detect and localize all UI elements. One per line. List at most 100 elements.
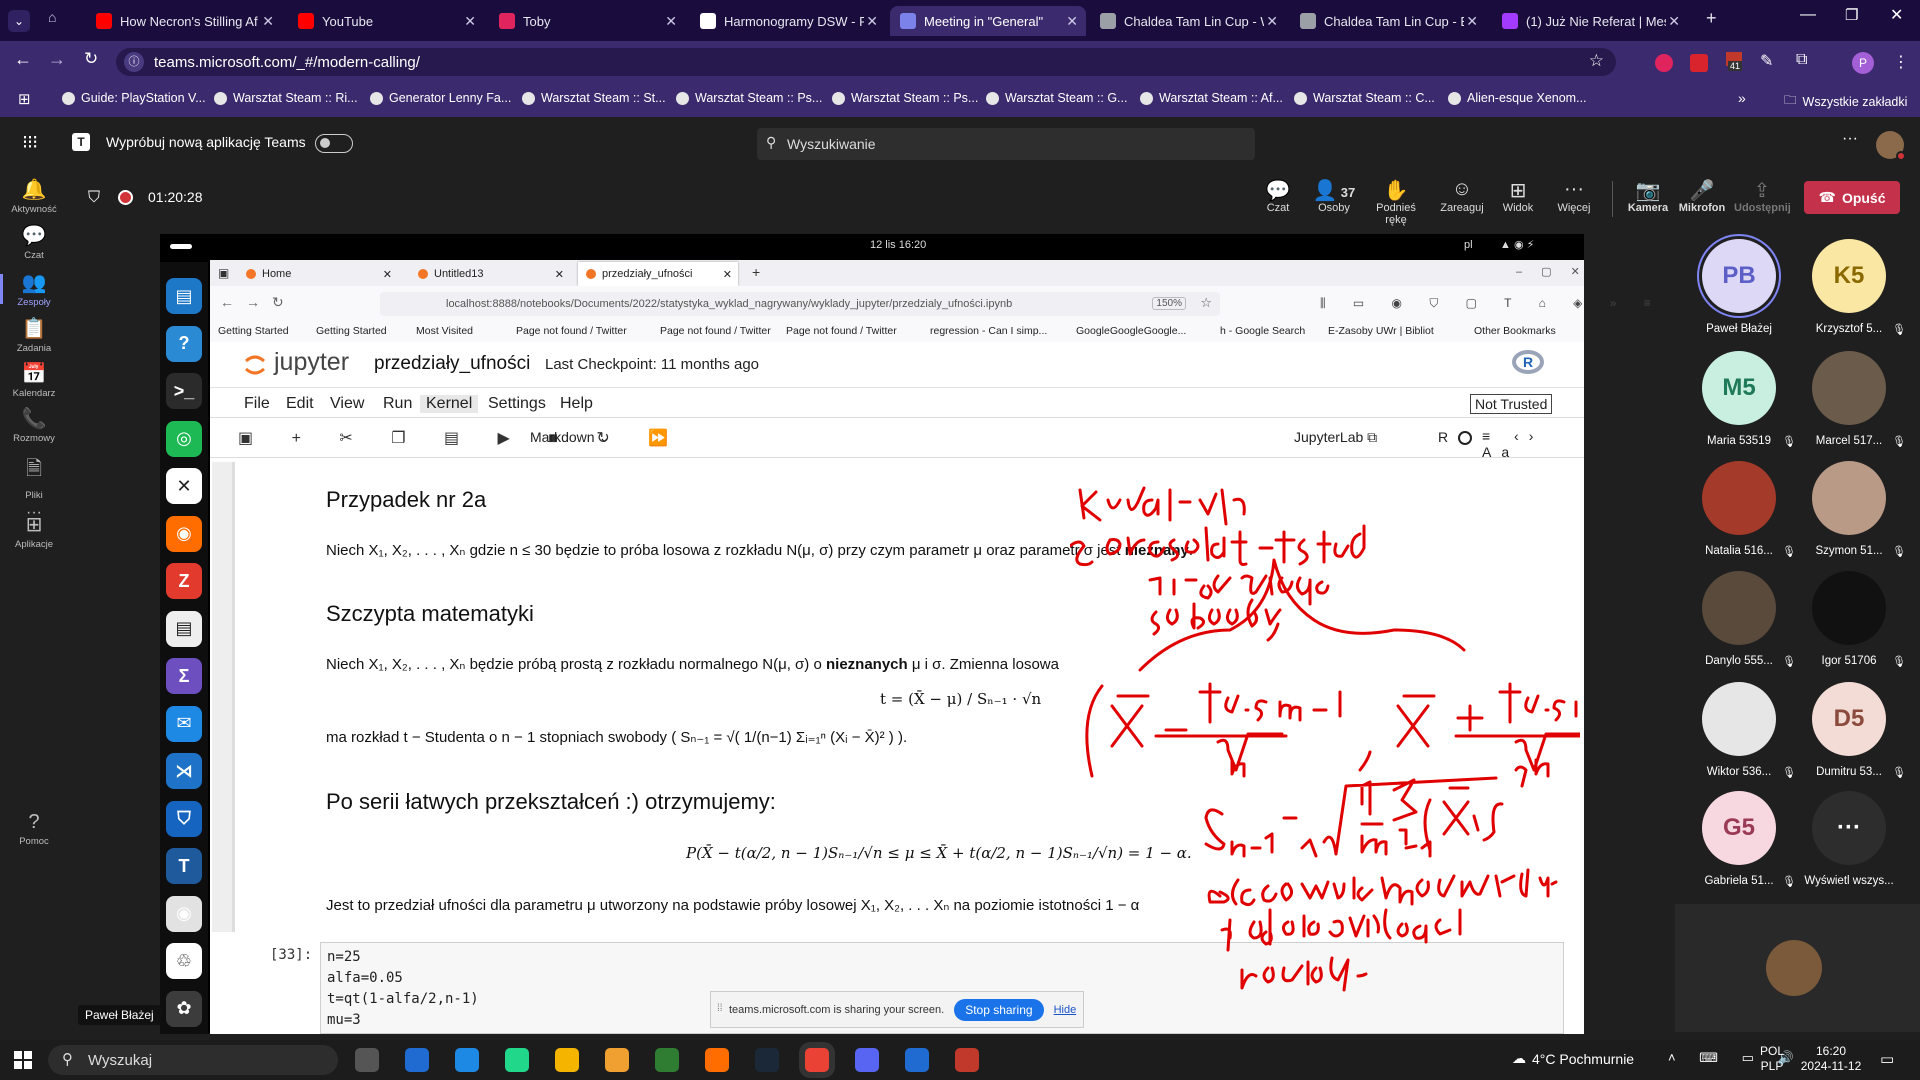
participant-avatar[interactable]: [1812, 351, 1886, 425]
participant-avatar[interactable]: D5: [1812, 682, 1886, 756]
taskbar-app-icon[interactable]: [855, 1048, 879, 1072]
participant-avatar[interactable]: K5: [1812, 239, 1886, 313]
bookmark-item[interactable]: Guide: PlayStation V...: [62, 91, 206, 105]
rail-item-4[interactable]: 📅 Kalendarz: [0, 361, 68, 399]
app-launcher-icon[interactable]: ⁝⁝⁝: [22, 131, 38, 154]
rail-item-1[interactable]: 💬 Czat: [0, 223, 68, 261]
tab-close-icon[interactable]: ✕: [665, 13, 677, 30]
restore-window-button[interactable]: ❐: [1845, 6, 1858, 24]
browser-tab[interactable]: Chaldea Tam Lin Cup - W ✕: [1090, 6, 1286, 36]
extensions-puzzle-icon[interactable]: ⧉: [1796, 51, 1807, 69]
try-new-teams-toggle[interactable]: [315, 134, 353, 153]
notification-icon[interactable]: ▭: [1880, 1050, 1894, 1068]
more-options-icon[interactable]: ···: [1842, 130, 1858, 148]
bookmark-item[interactable]: Warsztat Steam :: Af...: [1140, 91, 1283, 105]
tab-close-icon[interactable]: ✕: [1668, 13, 1680, 30]
windows-start-icon[interactable]: [14, 1051, 32, 1069]
participant-avatar[interactable]: ···: [1812, 791, 1886, 865]
rail-item-7[interactable]: ⊞ Aplikacje: [0, 512, 68, 550]
rail-item-5[interactable]: 📞 Rozmowy: [0, 406, 68, 444]
call-button-7[interactable]: 🎤 Mikrofon: [1674, 178, 1730, 214]
taskbar-app-icon[interactable]: [905, 1048, 929, 1072]
apps-grid-icon[interactable]: ⊞: [18, 90, 31, 108]
browser-menu-icon[interactable]: ⋮: [1893, 52, 1909, 72]
participant-avatar[interactable]: [1702, 571, 1776, 645]
tab-list-button[interactable]: ⌄: [8, 10, 30, 32]
call-button-8[interactable]: ⇪ Udostępnij: [1734, 178, 1791, 214]
leave-call-button[interactable]: ☎ Opuść: [1804, 181, 1900, 214]
taskbar-app-icon[interactable]: [555, 1048, 579, 1072]
reload-icon[interactable]: ↻: [84, 49, 98, 69]
browser-tab[interactable]: Harmonogramy DSW - P ✕: [690, 6, 886, 36]
browser-tab[interactable]: (1) Już Nie Referat | Mes ✕: [1492, 6, 1688, 36]
taskbar-app-icon[interactable]: [605, 1048, 629, 1072]
bookmark-item[interactable]: Warsztat Steam :: Ri...: [214, 91, 358, 105]
call-button-0[interactable]: 💬 Czat: [1250, 178, 1306, 214]
rail-item-3[interactable]: 📋 Zadania: [0, 316, 68, 354]
rail-item-6[interactable]: 🗎 Pliki: [0, 454, 68, 501]
language-indicator[interactable]: POL PLP: [1760, 1044, 1784, 1074]
participant-avatar[interactable]: M5: [1702, 351, 1776, 425]
taskbar-app-icon[interactable]: [355, 1048, 379, 1072]
all-bookmarks-folder[interactable]: 🗀 Wszystkie zakładki: [1784, 91, 1907, 112]
rail-item-2[interactable]: 👥 Zespoły: [0, 270, 68, 308]
tab-close-icon[interactable]: ✕: [1066, 13, 1078, 30]
browser-tab[interactable]: YouTube ✕: [288, 6, 484, 36]
taskbar-app-icon[interactable]: [505, 1048, 529, 1072]
extension-icon-3[interactable]: 41: [1726, 52, 1743, 71]
browser-tab[interactable]: Meeting in "General" ✕: [890, 6, 1086, 36]
participant-avatar[interactable]: [1702, 682, 1776, 756]
browser-tab[interactable]: Chaldea Tam Lin Cup - E ✕: [1290, 6, 1486, 36]
close-window-button[interactable]: ✕: [1890, 5, 1903, 25]
stop-sharing-button[interactable]: Stop sharing: [954, 998, 1044, 1021]
bookmark-item[interactable]: Alien-esque Xenom...: [1448, 91, 1587, 105]
extension-icon-1[interactable]: [1655, 54, 1673, 72]
call-button-3[interactable]: ☺ Zareaguj: [1434, 178, 1490, 214]
eyedropper-icon[interactable]: ✎: [1760, 51, 1773, 71]
more-bookmarks-icon[interactable]: »: [1738, 90, 1746, 106]
participant-avatar[interactable]: [1812, 571, 1886, 645]
browser-tab[interactable]: Toby ✕: [489, 6, 685, 36]
taskbar-app-icon[interactable]: [705, 1048, 729, 1072]
profile-avatar[interactable]: P: [1852, 52, 1874, 74]
weather-widget[interactable]: ☁ 4°C Pochmurnie: [1512, 1050, 1634, 1067]
hide-notice-link[interactable]: Hide: [1054, 1004, 1077, 1016]
taskbar-search[interactable]: ⚲ Wyszukaj: [48, 1045, 338, 1075]
tab-close-icon[interactable]: ✕: [1266, 13, 1278, 30]
url-field[interactable]: ⓘ teams.microsoft.com/_#/modern-calling/…: [116, 48, 1616, 76]
browser-tab[interactable]: How Necron's Stilling Af ✕: [86, 6, 282, 36]
taskbar-app-icon[interactable]: [755, 1048, 779, 1072]
participant-avatar[interactable]: G5: [1702, 791, 1776, 865]
call-button-1[interactable]: 👤 37 Osoby: [1306, 178, 1362, 214]
call-button-5[interactable]: ··· Więcej: [1546, 178, 1602, 214]
taskbar-app-icon[interactable]: [455, 1048, 479, 1072]
bookmark-item[interactable]: Generator Lenny Fa...: [370, 91, 511, 105]
bookmark-item[interactable]: Warsztat Steam :: C...: [1294, 91, 1435, 105]
site-info-icon[interactable]: ⓘ: [124, 52, 144, 72]
bookmark-star-icon[interactable]: ☆: [1589, 51, 1604, 71]
back-icon[interactable]: ←: [14, 49, 32, 70]
call-button-6[interactable]: 📷 Kamera: [1620, 178, 1676, 214]
rail-item-8[interactable]: ? Pomoc: [0, 811, 68, 847]
extension-icon-2[interactable]: [1690, 54, 1708, 72]
user-avatar[interactable]: [1876, 131, 1906, 161]
search-input[interactable]: ⚲ Wyszukiwanie: [757, 128, 1255, 160]
bookmark-item[interactable]: Warsztat Steam :: Ps...: [676, 91, 822, 105]
tab-close-icon[interactable]: ✕: [262, 13, 274, 30]
tab-close-icon[interactable]: ✕: [1466, 13, 1478, 30]
participant-avatar[interactable]: [1702, 461, 1776, 535]
tab-group-icon[interactable]: ⌂: [48, 9, 56, 25]
new-tab-button[interactable]: +: [1706, 8, 1717, 29]
minimize-window-button[interactable]: —: [1800, 6, 1816, 24]
taskbar-app-icon[interactable]: [805, 1048, 829, 1072]
bookmark-item[interactable]: Warsztat Steam :: G...: [986, 91, 1127, 105]
clock[interactable]: 16:20 2024-11-12: [1796, 1044, 1866, 1074]
rail-item-0[interactable]: 🔔 Aktywność: [0, 177, 68, 215]
bookmark-item[interactable]: Warsztat Steam :: Ps...: [832, 91, 978, 105]
participant-avatar[interactable]: [1812, 461, 1886, 535]
tab-close-icon[interactable]: ✕: [464, 13, 476, 30]
call-button-4[interactable]: ⊞ Widok: [1490, 178, 1546, 214]
bookmark-item[interactable]: Warsztat Steam :: St...: [522, 91, 666, 105]
tab-close-icon[interactable]: ✕: [866, 13, 878, 30]
taskbar-app-icon[interactable]: [955, 1048, 979, 1072]
